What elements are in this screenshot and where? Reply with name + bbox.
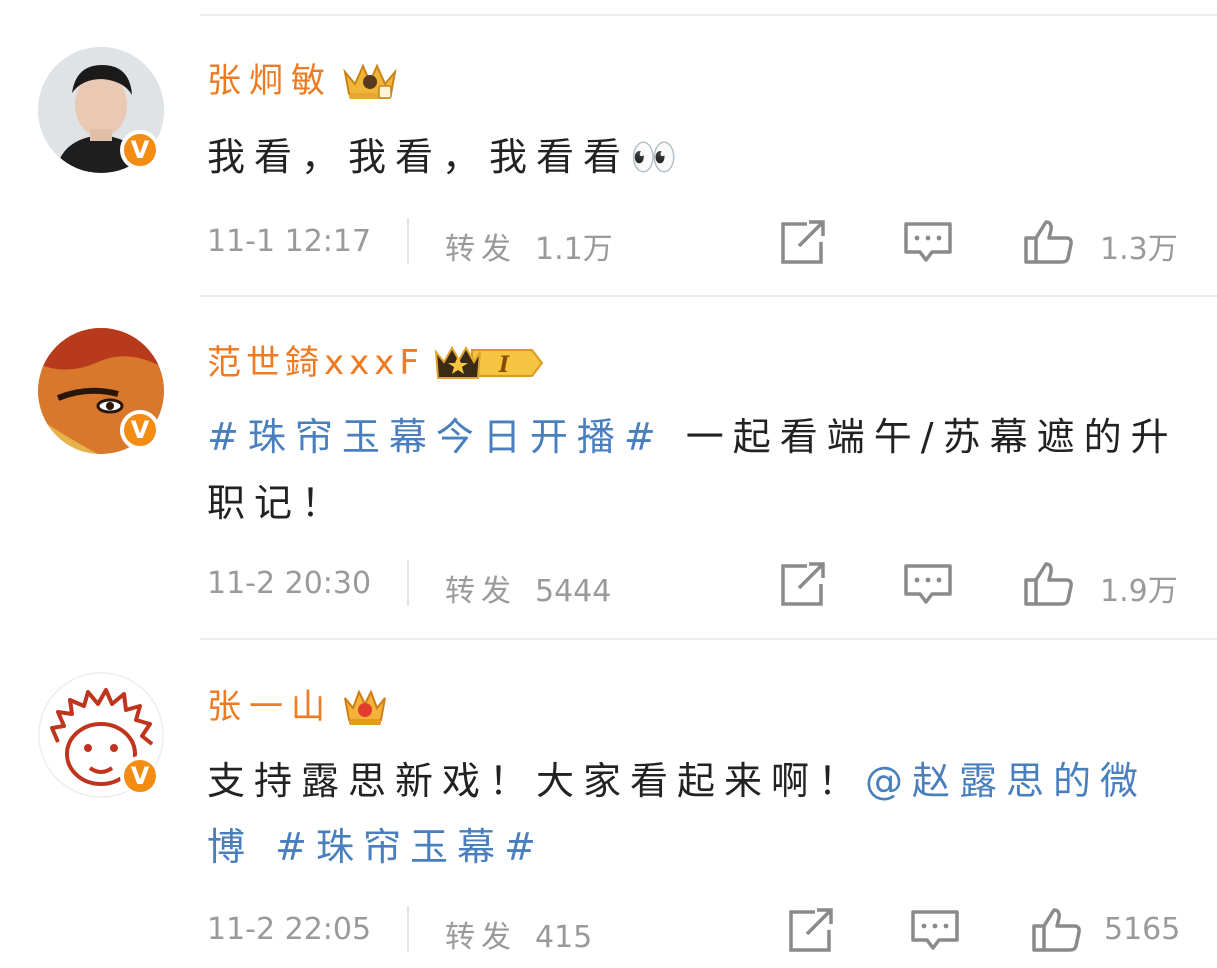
- divider-top: [200, 14, 1217, 16]
- post-meta: 11-2 20:30 转发 5444 1.9万: [207, 560, 1187, 610]
- red-gold-crown-badge-icon[interactable]: [341, 686, 389, 728]
- post-content: 我看，我看，我看看👀: [207, 124, 1182, 190]
- verified-v-icon: V: [120, 410, 160, 450]
- topic-link[interactable]: #珠帘玉幕#: [275, 825, 545, 869]
- repost-label: 转发: [445, 232, 517, 267]
- divider: [200, 638, 1217, 640]
- like-count: 1.3万: [1100, 232, 1178, 267]
- repost-count: 5444: [535, 574, 612, 609]
- username[interactable]: 范世錡xxxF: [207, 343, 424, 383]
- eyes-emoji-icon: 👀: [630, 135, 687, 179]
- meta-separator: [407, 560, 409, 606]
- like-count: 5165: [1104, 912, 1181, 947]
- comment-icon[interactable]: [902, 218, 954, 270]
- post-meta: 11-2 22:05 转发 415 5165: [207, 906, 1187, 956]
- like-icon[interactable]: [1022, 218, 1076, 270]
- crown-level: I: [498, 352, 510, 378]
- comment-icon[interactable]: [902, 560, 954, 612]
- share-icon[interactable]: [777, 218, 829, 270]
- gold-crown-badge-icon[interactable]: [341, 60, 399, 102]
- repost-count: 415: [535, 920, 593, 955]
- repost-count: 1.1万: [535, 232, 613, 267]
- post-text: 支持露思新戏！大家看起来啊！: [207, 759, 866, 803]
- comment-icon[interactable]: [909, 906, 961, 958]
- post-time: 11-1 12:17: [207, 224, 372, 259]
- repost-info: 转发 5444: [445, 566, 611, 610]
- like-icon[interactable]: [1030, 906, 1084, 958]
- like-count: 1.9万: [1100, 574, 1178, 609]
- like-icon[interactable]: [1022, 560, 1076, 612]
- username[interactable]: 张一山: [207, 687, 333, 727]
- repost-info: 转发 1.1万: [445, 224, 613, 268]
- username[interactable]: 张炯敏: [207, 61, 333, 101]
- repost-label: 转发: [445, 574, 517, 609]
- verified-v-icon: V: [120, 756, 160, 796]
- share-icon[interactable]: [777, 560, 829, 612]
- share-icon[interactable]: [785, 906, 837, 958]
- crown-level-badge-icon[interactable]: I: [432, 342, 544, 384]
- meta-separator: [407, 218, 409, 264]
- post-meta: 11-1 12:17 转发 1.1万 1.3万: [207, 218, 1187, 268]
- topic-link[interactable]: #珠帘玉幕今日开播#: [207, 415, 665, 459]
- divider: [200, 295, 1217, 297]
- verified-v-icon: V: [120, 130, 160, 170]
- post-time: 11-2 22:05: [207, 912, 372, 947]
- meta-separator: [407, 906, 409, 952]
- repost-info: 转发 415: [445, 912, 592, 956]
- post-text: 我看，我看，我看看: [207, 135, 631, 179]
- post-content: 支持露思新戏！大家看起来啊！@赵露思的微博 #珠帘玉幕#: [207, 748, 1182, 880]
- post-content: #珠帘玉幕今日开播# 一起看端午/苏幕遮的升职记！: [207, 404, 1182, 536]
- repost-label: 转发: [445, 920, 517, 955]
- post-time: 11-2 20:30: [207, 566, 372, 601]
